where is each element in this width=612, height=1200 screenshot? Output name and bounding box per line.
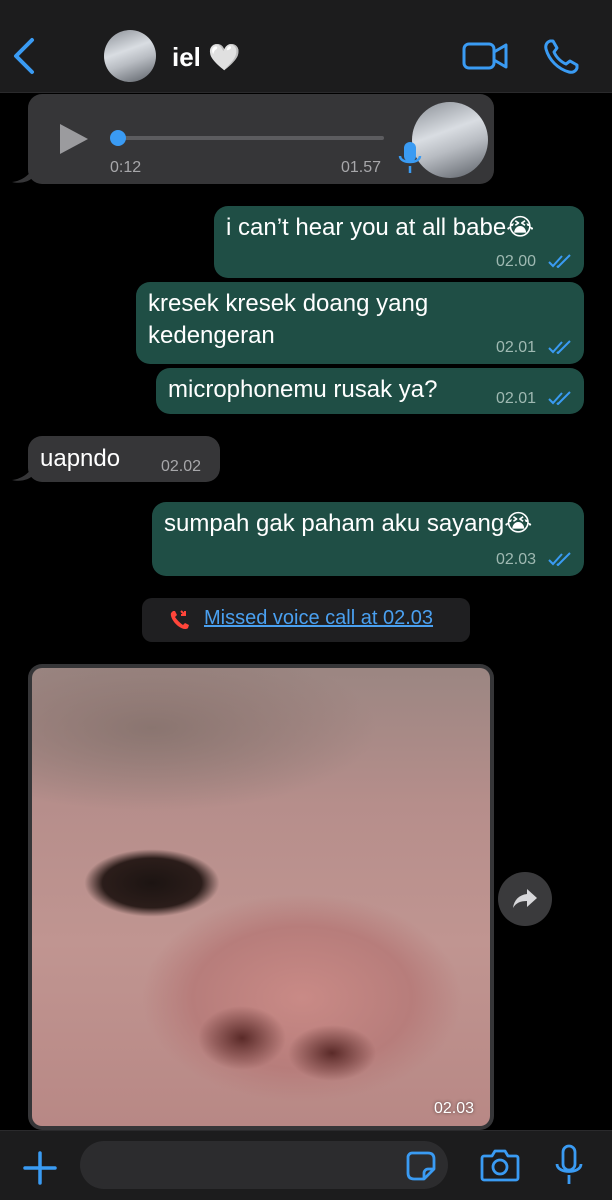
message-time: 02.03 [496,551,537,568]
missed-call-link[interactable]: Missed voice call at 02.03 [204,607,433,630]
message-bubble-outgoing[interactable]: microphonemu rusak ya? 02.01 [156,368,584,414]
video-camera-icon[interactable] [462,40,508,72]
read-receipt-icon [548,254,571,268]
message-bubble-outgoing[interactable]: i can’t hear you at all babe😭 02.00 [214,206,584,278]
microphone-icon [398,142,422,173]
message-text: kresek kresek doang yang kedengeran [148,290,429,349]
forward-icon [513,889,537,908]
voice-elapsed: 0:12 [110,159,142,176]
chat-header [0,0,612,93]
voice-progress-track[interactable] [118,136,384,140]
chevron-left-icon[interactable] [8,36,42,76]
read-receipt-icon [548,552,571,566]
read-receipt-icon [548,391,571,405]
message-text: i can’t hear you at all babe😭 [226,214,535,241]
microphone-icon[interactable] [554,1144,584,1186]
message-text: microphonemu rusak ya? [168,376,438,403]
read-receipt-icon [548,340,571,354]
play-icon[interactable] [58,122,90,156]
bubble-tail [12,462,34,481]
message-bubble-incoming[interactable]: uapndo 02.02 [28,436,220,482]
message-time: 02.01 [496,339,537,356]
message-bubble-outgoing[interactable]: sumpah gak paham aku sayang😭 02.03 [152,502,584,576]
photo-image[interactable] [32,668,490,1126]
camera-icon[interactable] [480,1148,520,1182]
contact-avatar[interactable] [104,30,156,82]
photo-time: 02.03 [434,1100,475,1117]
message-text: uapndo [40,445,121,472]
voice-timestamp: 01.57 [341,159,382,176]
forward-button[interactable] [498,872,552,926]
bubble-tail [12,164,34,183]
message-text: sumpah gak paham aku sayang😭 [164,510,533,537]
missed-call-icon [170,610,189,630]
plus-icon[interactable] [22,1150,58,1186]
message-time: 02.01 [496,390,537,407]
sticker-icon[interactable] [406,1151,436,1181]
message-time: 02.02 [161,458,202,475]
message-time: 02.00 [496,253,537,270]
voice-sender-avatar [412,102,488,178]
contact-name[interactable]: iel 🤍 [172,42,241,73]
voice-progress-knob[interactable] [110,130,126,146]
message-bubble-outgoing[interactable]: kresek kresek doang yang kedengeran 02.0… [136,282,584,364]
phone-icon[interactable] [542,38,580,76]
message-input[interactable] [80,1141,448,1189]
